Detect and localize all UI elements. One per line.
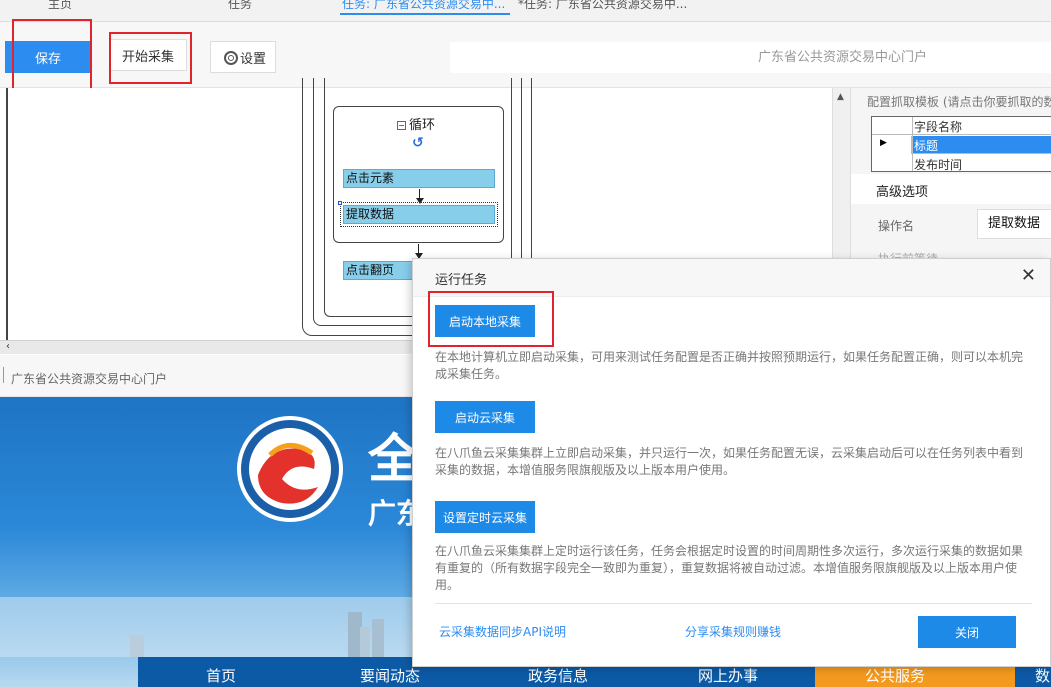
nav-home[interactable]: 首页 (206, 665, 236, 686)
step-click-element[interactable]: 点击元素 (343, 169, 495, 188)
grid-divider (912, 117, 913, 171)
url-display[interactable]: 广东省公共资源交易中心门户 (450, 42, 1051, 73)
flow-arrow (416, 189, 424, 204)
local-description: 在本地计算机立即启动采集，可用来测试任务配置是否正确并按照预期运行，如果任务配置… (435, 350, 1024, 381)
gear-icon (223, 50, 238, 65)
template-hint: 配置抓取模板 (请点击你要抓取的数 (867, 95, 1051, 109)
dialog-title: 运行任务 (435, 273, 488, 288)
tab-home[interactable]: 主页 (48, 0, 72, 15)
address-text[interactable]: 广东省公共资源交易中心门户 (11, 370, 167, 387)
address-caret (3, 367, 4, 383)
step-click-nextpage[interactable]: 点击翻页 (343, 261, 415, 280)
cloud-description: 在八爪鱼云采集集群上立即启动采集，并只运行一次，如果任务配置无误，云采集启动后可… (435, 446, 1024, 477)
highlight-local (428, 291, 554, 347)
highlight-save (12, 19, 92, 94)
nav-data[interactable]: 数 (1035, 665, 1050, 686)
tab-bar: 主页 任务 任务: 广东省公共资源交易中... *任务: 广东省公共资源交易中.… (0, 0, 1051, 22)
tab-current-task[interactable]: 任务: 广东省公共资源交易中... (340, 0, 510, 15)
collapse-icon[interactable]: − (397, 121, 406, 130)
tower (348, 612, 362, 657)
nav-news[interactable]: 要闻动态 (360, 665, 420, 686)
grid-header: 字段名称 (872, 117, 1051, 135)
close-icon[interactable]: ✕ (1021, 267, 1036, 285)
scroll-up-icon[interactable]: ▲ (837, 92, 844, 102)
right-panel: 配置抓取模板 (请点击你要抓取的数 字段名称 ▶ 标题 发布时间 高级选项 操作… (850, 88, 1051, 258)
flow-arrow (415, 244, 423, 259)
schedule-description: 在八爪鱼云采集集群上定时运行该任务，任务会根据定时设置的时间周期性多次运行，多次… (435, 544, 1024, 592)
api-doc-link[interactable]: 云采集数据同步API说明 (439, 623, 566, 640)
loop-block[interactable]: − 循环 ↺ 点击元素 提取数据 (333, 106, 504, 243)
schedule-cloud-button[interactable]: 设置定时云采集 (435, 501, 535, 533)
banner-sub-char: 广东 (368, 497, 412, 530)
op-name-label: 操作名 (878, 219, 915, 233)
nav-gov-info[interactable]: 政务信息 (528, 665, 588, 686)
op-name-input[interactable]: 提取数据 (977, 209, 1051, 239)
highlight-start (109, 32, 192, 84)
row-marker-cell: ▶ (872, 136, 912, 154)
dialog-close-button[interactable]: 关闭 (918, 616, 1016, 648)
canvas-left-edge (6, 88, 8, 340)
banner-big-char: 全 (367, 430, 412, 490)
grid-row[interactable]: 发布时间 (872, 155, 1051, 171)
share-rules-link[interactable]: 分享采集规则赚钱 (685, 623, 781, 640)
tab-edited-task[interactable]: *任务: 广东省公共资源交易中... (518, 0, 687, 15)
banner-graphic: 全 广东 (0, 416, 412, 657)
tab-tasks[interactable]: 任务 (228, 0, 252, 15)
loop-title: − 循环 (397, 118, 436, 133)
faded-field-label: 执行前等待 (878, 250, 938, 258)
website-banner: 全 广东 (0, 397, 412, 687)
nav-public-service[interactable]: 公共服务 (865, 665, 925, 686)
field-grid[interactable]: 字段名称 ▶ 标题 发布时间 (871, 116, 1051, 172)
tower (372, 619, 384, 657)
start-cloud-button[interactable]: 启动云采集 (435, 401, 535, 433)
tower (130, 635, 144, 657)
nav-online-service[interactable]: 网上办事 (698, 665, 758, 686)
selection-handle[interactable] (338, 201, 342, 205)
scroll-left-icon[interactable]: ‹ (6, 341, 10, 352)
browser-address-bar: 广东省公共资源交易中心门户 (0, 355, 412, 397)
row-pointer-icon: ▶ (880, 138, 887, 148)
dialog-separator (435, 603, 1032, 604)
settings-button[interactable]: 设置 (210, 41, 276, 73)
run-task-dialog: 运行任务 ✕ 启动本地采集 在本地计算机立即启动采集，可用来测试任务配置是否正确… (412, 258, 1051, 667)
advanced-header[interactable]: 高级选项 (851, 174, 1051, 204)
loop-icon: ↺ (412, 135, 424, 151)
settings-label: 设置 (239, 51, 266, 67)
step-extract-data[interactable]: 提取数据 (340, 202, 498, 227)
tower (360, 627, 370, 657)
grid-row-selected[interactable]: ▶ 标题 (872, 136, 1051, 154)
